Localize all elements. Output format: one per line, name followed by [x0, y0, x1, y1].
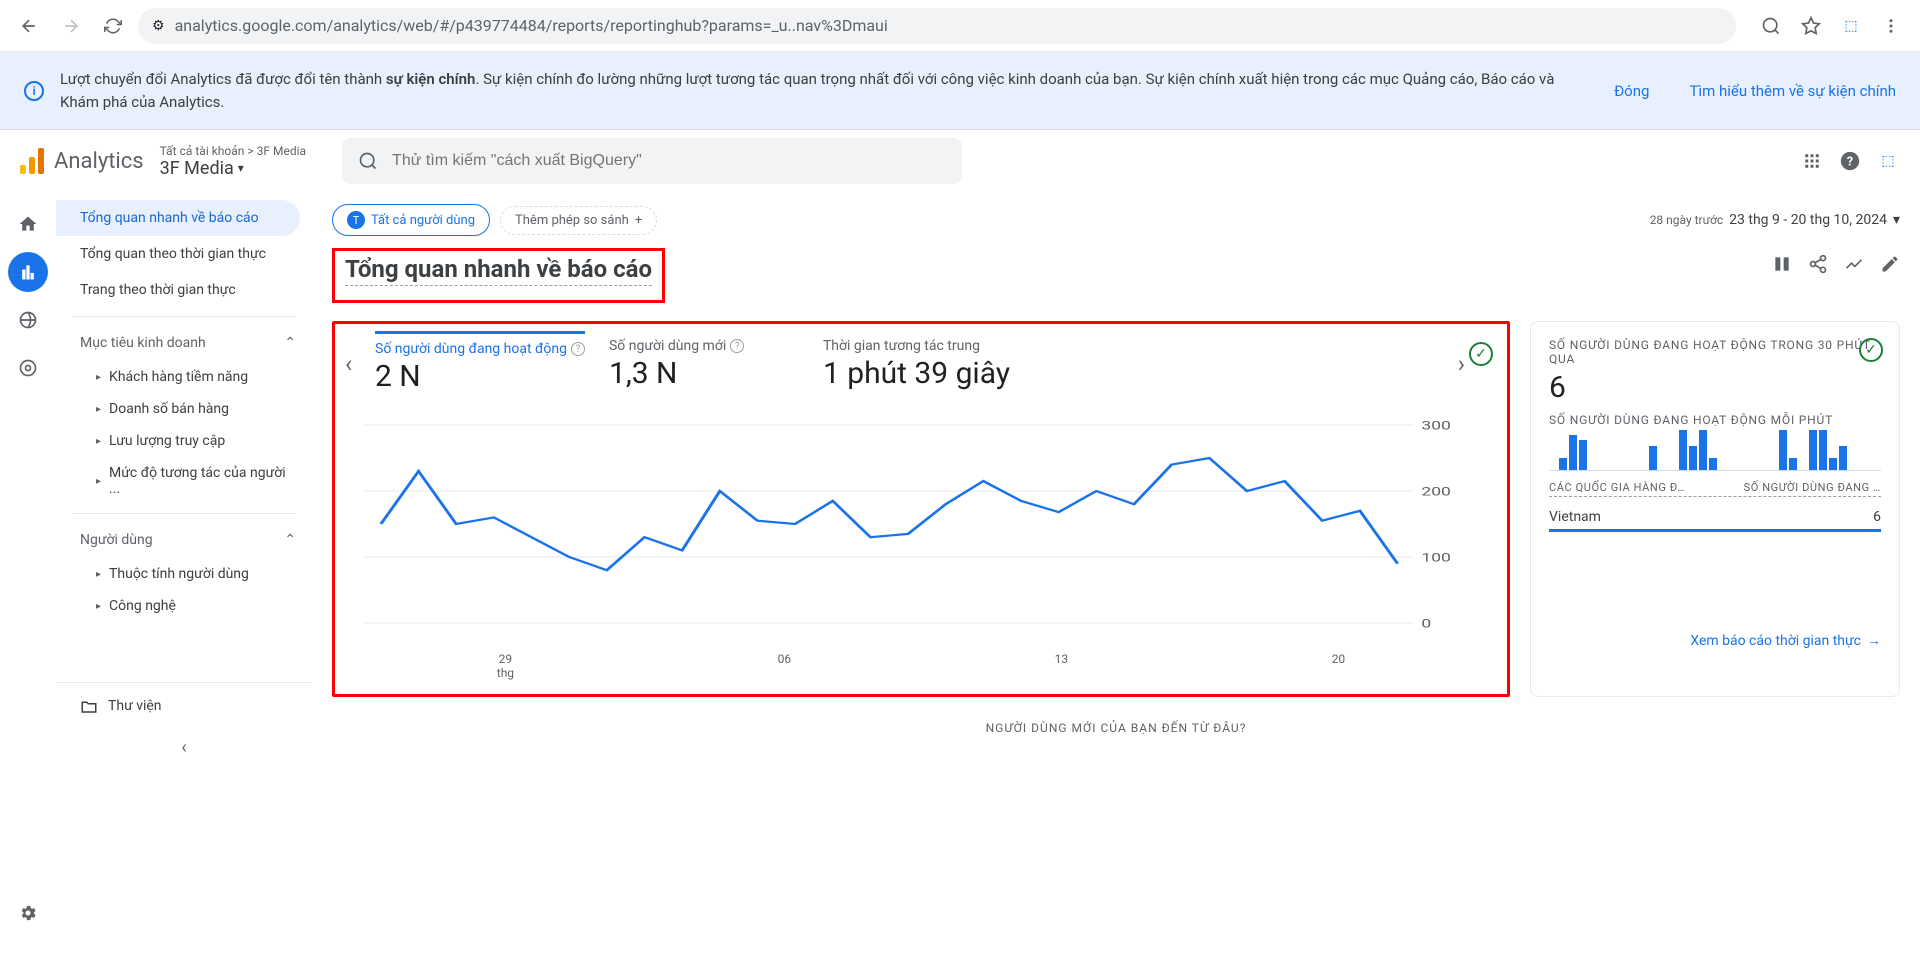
extension-icon[interactable]: ⬚	[1834, 9, 1868, 43]
svg-text:?: ?	[1847, 155, 1853, 170]
browser-chrome: ⚙ analytics.google.com/analytics/web/#/p…	[0, 0, 1920, 52]
rail-home-icon[interactable]	[8, 204, 48, 244]
svg-text:0: 0	[1421, 616, 1431, 630]
view-realtime-link[interactable]: Xem báo cáo thời gian thực →	[1549, 632, 1881, 649]
metric-tab-engagement-time[interactable]: Thời gian tương tác trung 1 phút 39 giây	[823, 334, 1013, 401]
search-input[interactable]	[392, 152, 946, 170]
table-row[interactable]: Vietnam 6	[1549, 503, 1881, 532]
sidebar-item-overview[interactable]: Tổng quan nhanh về báo cáo	[56, 200, 300, 236]
arrow-right-icon: →	[1867, 632, 1881, 649]
main-chart: 0 100 200 300	[335, 404, 1507, 648]
chip-add-compare[interactable]: Thêm phép so sánh +	[500, 206, 657, 235]
svg-text:200: 200	[1421, 484, 1450, 498]
sidebar-item-realtime-pages[interactable]: Trang theo thời gian thực	[56, 272, 300, 308]
help-icon: ?	[730, 339, 744, 353]
content-area: TTất cả người dùng Thêm phép so sánh + 2…	[312, 192, 1920, 953]
sidebar-collapse-button[interactable]: ‹	[56, 729, 312, 766]
sidebar-item-realtime-overview[interactable]: Tổng quan theo thời gian thực	[56, 236, 300, 272]
sidebar-group-user[interactable]: Người dùng⌃	[56, 522, 312, 558]
sidebar-sub-tech[interactable]: Công nghệ	[56, 590, 312, 622]
metric-tab-active-users[interactable]: Số người dùng đang hoạt động ? 2 N	[375, 331, 585, 404]
rail-settings-icon[interactable]	[8, 893, 48, 933]
chip-all-users[interactable]: TTất cả người dùng	[332, 204, 490, 236]
banner-text: Lượt chuyển đổi Analytics đã được đổi tê…	[60, 68, 1574, 113]
more-menu-icon[interactable]	[1874, 9, 1908, 43]
rail-explore-icon[interactable]	[8, 300, 48, 340]
help-icon: ?	[571, 342, 585, 356]
info-icon: i	[24, 81, 44, 101]
sidebar-sub-sales[interactable]: Doanh số bán hàng	[56, 393, 312, 425]
svg-text:300: 300	[1421, 418, 1450, 432]
account-avatar[interactable]: ⬚	[1876, 149, 1900, 173]
sidebar-group-business[interactable]: Mục tiêu kinh doanh⌃	[56, 325, 312, 361]
sidebar-library[interactable]: Thư viện	[56, 682, 312, 729]
forward-button[interactable]	[54, 9, 88, 43]
chevron-down-icon: ▾	[1893, 212, 1900, 228]
search-bar[interactable]	[342, 138, 962, 184]
insights-icon[interactable]	[1844, 254, 1864, 278]
rail-ads-icon[interactable]	[8, 348, 48, 388]
sidebar-sub-engagement[interactable]: Mức độ tương tác của người ...	[56, 457, 312, 505]
search-icon	[358, 151, 378, 171]
sidebar: Tổng quan nhanh về báo cáo Tổng quan the…	[56, 192, 312, 953]
app-header: Analytics Tất cả tài khoản > 3F Media 3F…	[0, 130, 1920, 192]
bookmark-star-icon[interactable]	[1794, 9, 1828, 43]
address-bar[interactable]: ⚙ analytics.google.com/analytics/web/#/p…	[138, 8, 1736, 44]
chevron-up-icon: ⌃	[284, 335, 296, 351]
metric-prev-button[interactable]: ‹	[345, 350, 352, 378]
minute-bars	[1549, 427, 1881, 471]
account-selector[interactable]: Tất cả tài khoản > 3F Media 3F Media ▾	[160, 144, 306, 179]
compare-icon[interactable]	[1772, 254, 1792, 278]
info-banner: i Lượt chuyển đổi Analytics đã được đổi …	[0, 52, 1920, 130]
edit-icon[interactable]	[1880, 254, 1900, 278]
chevron-down-icon: ▾	[238, 161, 244, 175]
dismiss-link[interactable]: Đóng	[1614, 82, 1649, 100]
analytics-logo[interactable]: Analytics	[20, 148, 144, 174]
plus-icon: +	[635, 213, 642, 228]
apps-grid-icon[interactable]	[1800, 149, 1824, 173]
section-question: NGƯỜI DÙNG MỚI CỦA BẠN ĐẾN TỪ ĐÂU?	[332, 721, 1900, 735]
sidebar-sub-attributes[interactable]: Thuộc tính người dùng	[56, 558, 312, 590]
sidebar-sub-leads[interactable]: Khách hàng tiềm năng	[56, 361, 312, 393]
date-range-picker[interactable]: 28 ngày trước 23 thg 9 - 20 thg 10, 2024…	[1650, 212, 1900, 228]
reload-button[interactable]	[96, 9, 130, 43]
realtime-card: ✓ SỐ NGƯỜI DÙNG ĐANG HOẠT ĐỘNG TRONG 30 …	[1530, 321, 1900, 697]
back-button[interactable]	[12, 9, 46, 43]
learn-more-link[interactable]: Tìm hiểu thêm về sự kiện chính	[1689, 82, 1896, 100]
title-actions	[1772, 254, 1900, 278]
search-icon[interactable]	[1754, 9, 1788, 43]
share-icon[interactable]	[1808, 254, 1828, 278]
rail-reports-icon[interactable]	[8, 252, 48, 292]
check-badge-icon: ✓	[1469, 342, 1493, 366]
site-settings-icon[interactable]: ⚙	[152, 18, 165, 34]
metric-tab-new-users[interactable]: Số người dùng mới ? 1,3 N	[609, 334, 799, 401]
folder-icon	[80, 697, 98, 715]
page-title-highlight: Tổng quan nhanh về báo cáo	[332, 248, 665, 303]
chevron-up-icon: ⌃	[284, 532, 296, 548]
metrics-card-highlight: ‹ Số người dùng đang hoạt động ? 2 N Số …	[332, 321, 1510, 697]
svg-text:100: 100	[1421, 550, 1450, 564]
metric-next-button[interactable]: ›	[1458, 350, 1465, 378]
help-icon[interactable]: ?	[1838, 149, 1862, 173]
page-title: Tổng quan nhanh về báo cáo	[345, 255, 652, 286]
check-badge-icon: ✓	[1859, 338, 1883, 362]
sidebar-sub-traffic[interactable]: Lưu lượng truy cập	[56, 425, 312, 457]
nav-rail	[0, 192, 56, 953]
url-text: analytics.google.com/analytics/web/#/p43…	[175, 16, 888, 35]
